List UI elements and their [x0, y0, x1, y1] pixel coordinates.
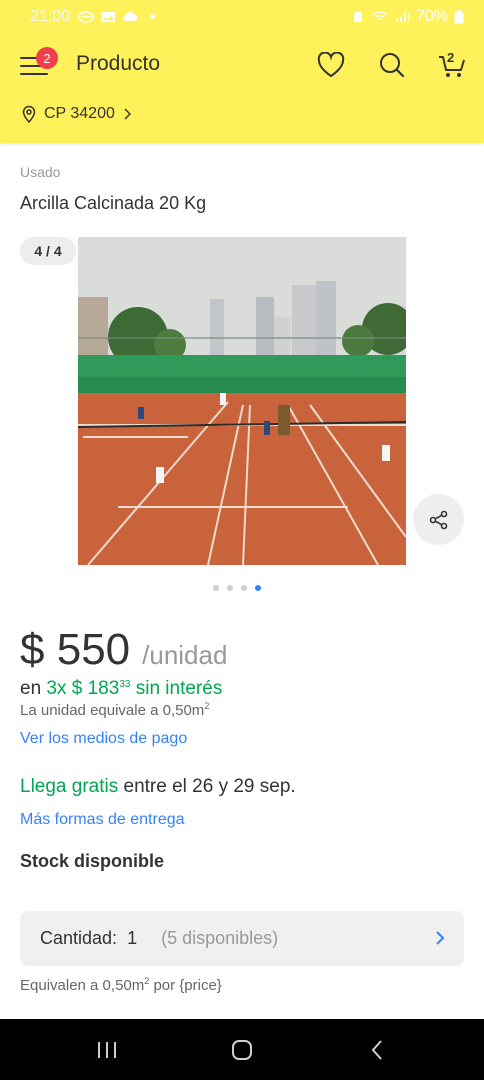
menu-icon-bar — [20, 73, 48, 75]
back-button[interactable] — [364, 1037, 390, 1063]
cart-count: 2 — [447, 50, 455, 65]
location-pin-icon — [22, 105, 36, 123]
price-equivalence: Equivalen a 0,50m2 por {price} — [20, 976, 222, 994]
available-count: (5 disponibles) — [161, 928, 279, 948]
wifi-icon — [372, 10, 388, 21]
alarm-icon — [353, 11, 362, 22]
status-system-icons: 70% — [350, 8, 464, 26]
more-notifications-dot — [150, 14, 156, 19]
delivery-options-link[interactable]: Más formas de entrega — [20, 811, 185, 829]
image-counter: 4 / 4 — [20, 237, 76, 265]
carousel-indicator — [213, 585, 261, 591]
home-button[interactable] — [229, 1037, 255, 1063]
quantity-selector[interactable]: Cantidad: 1 (5 disponibles) — [20, 911, 464, 966]
favorite-button[interactable] — [315, 49, 347, 81]
postal-code-selector[interactable]: CP 34200 — [22, 105, 131, 123]
product-title: Arcilla Calcinada 20 Kg — [20, 193, 207, 213]
status-notification-icons — [78, 10, 156, 23]
unit-equivalence-exp: 2 — [204, 701, 210, 711]
signal-icon — [395, 11, 410, 22]
page-title: Producto — [76, 52, 161, 75]
status-time: 21:00 — [30, 7, 71, 25]
unit-equivalence-text: La unidad equivale a 0,50m — [20, 702, 205, 719]
product-condition: Usado — [20, 164, 61, 180]
app-header: 2 Producto 2 CP 34200 — [0, 33, 484, 143]
postal-code-label: CP 34200 — [44, 105, 115, 122]
chevron-right-icon — [124, 108, 131, 120]
chevron-right-icon — [436, 931, 445, 945]
tennis-court-illustration — [78, 237, 406, 565]
quantity-value: 1 — [127, 928, 138, 948]
payment-methods-link[interactable]: Ver los medios de pago — [20, 730, 187, 748]
free-shipping-label: Llega gratis — [20, 776, 119, 797]
system-nav-bar — [0, 1019, 484, 1080]
cloud-icon — [123, 11, 138, 21]
recent-apps-button[interactable] — [94, 1037, 120, 1063]
carousel-dot[interactable] — [241, 585, 247, 591]
installments-cents: 33 — [119, 679, 131, 690]
price-block: $ 550 /unidad — [20, 625, 227, 675]
carousel-dot-active[interactable] — [255, 585, 261, 591]
notification-app-icon — [78, 10, 94, 23]
header-toolbar: 2 Producto 2 — [0, 43, 484, 85]
price-equivalence-suffix: por {price} — [153, 977, 222, 994]
installments-amount: 3x $ 183 — [46, 678, 120, 699]
stock-status: Stock disponible — [20, 851, 165, 871]
installments-prefix: en — [20, 678, 42, 699]
price-amount: $ 550 — [20, 625, 130, 675]
installments-info: en 3x $ 18333 sin interés — [20, 678, 222, 700]
price-value: 550 — [56, 625, 131, 674]
quantity-label: Cantidad: — [40, 928, 118, 948]
shipping-info: Llega gratis entre el 26 y 29 sep. — [20, 776, 296, 798]
recent-apps-icon — [98, 1042, 116, 1058]
menu-button[interactable]: 2 — [20, 47, 58, 77]
carousel-dot[interactable] — [227, 585, 233, 591]
battery-percent: 70% — [415, 7, 448, 25]
notification-badge: 2 — [36, 47, 58, 69]
home-icon — [232, 1040, 252, 1060]
battery-icon — [454, 9, 464, 23]
app-root: 21:00 70% 2 Producto 2 CP 34200 Usado Ar… — [0, 0, 484, 1080]
back-icon — [371, 1040, 382, 1060]
unit-equivalence: La unidad equivale a 0,50m2 — [20, 701, 209, 719]
price-equivalence-text: Equivalen a 0,50m — [20, 977, 145, 994]
gallery-icon — [101, 11, 116, 22]
cart-button[interactable]: 2 — [436, 49, 468, 81]
status-bar: 21:00 70% — [0, 0, 484, 33]
shipping-dates: entre el 26 y 29 sep. — [123, 776, 296, 797]
price-equivalence-exp: 2 — [144, 976, 150, 986]
share-icon — [429, 510, 447, 529]
installments-plan: 3x $ 18333 sin interés — [46, 678, 222, 699]
price-currency: $ — [20, 625, 45, 674]
installments-suffix: sin interés — [135, 678, 223, 699]
product-image[interactable] — [78, 237, 406, 565]
heart-icon — [317, 52, 345, 78]
search-button[interactable] — [376, 49, 408, 81]
search-icon — [380, 53, 405, 78]
share-button[interactable] — [413, 494, 464, 545]
price-unit: /unidad — [142, 640, 228, 670]
carousel-dot[interactable] — [213, 585, 219, 591]
